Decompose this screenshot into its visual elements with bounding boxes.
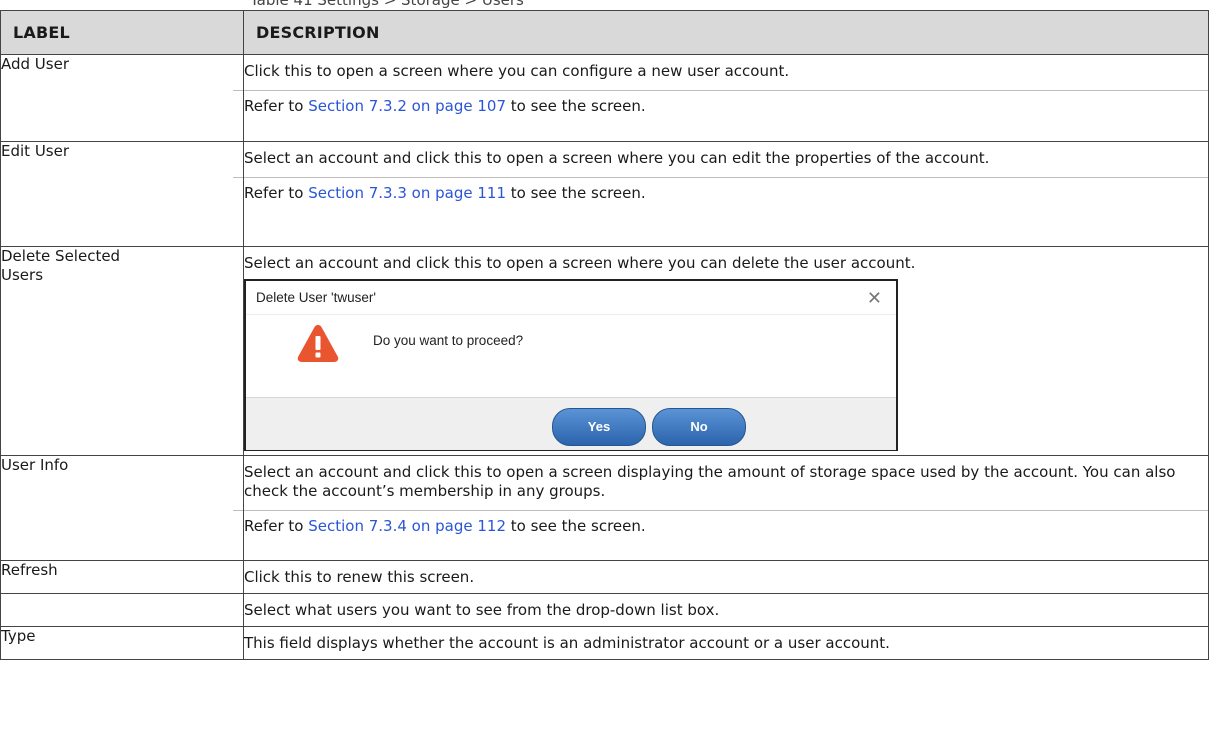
row-label: Add User (0, 54, 244, 142)
description-text: Click this to open a screen where you ca… (244, 62, 790, 80)
table-header-row: LABEL DESCRIPTION (0, 10, 1209, 55)
dialog-header: Delete User 'twuser' ✕ (246, 281, 896, 314)
dialog-footer: Yes No (246, 397, 896, 450)
description-text: Select what users you want to see from t… (244, 601, 720, 619)
row-label: User Info (0, 455, 244, 561)
close-icon[interactable]: ✕ (867, 288, 882, 309)
row-description: Select an account and click this to open… (243, 246, 1209, 456)
table-row: Select what users you want to see from t… (0, 593, 1209, 627)
row-label: Refresh (0, 560, 244, 594)
row-description: Select what users you want to see from t… (243, 593, 1209, 627)
table-row: User Info Select an account and click th… (0, 455, 1209, 561)
table-row: Refresh Click this to renew this screen. (0, 560, 1209, 594)
reference-text: Refer to Section 7.3.4 on page 112 to se… (244, 517, 646, 535)
dialog-message: Do you want to proceed? (373, 333, 524, 348)
row-description: Click this to renew this screen. (243, 560, 1209, 594)
dialog-body: Do you want to proceed? (246, 314, 896, 397)
section-link[interactable]: Section 7.3.3 on page 111 (308, 184, 506, 202)
description-text: Click this to renew this screen. (244, 568, 475, 586)
row-description: This field displays whether the account … (243, 626, 1209, 660)
row-description: Select an account and click this to open… (233, 455, 1209, 561)
description-text: Select an account and click this to open… (244, 254, 916, 272)
delete-user-dialog: Delete User 'twuser' ✕ Do you want to pr… (244, 279, 898, 451)
row-description: Select an account and click this to open… (233, 141, 1209, 247)
description-text: Select an account and click this to open… (244, 463, 1176, 500)
table-caption: Table 41 Settings > Storage > Users (250, 0, 524, 9)
reference-text: Refer to Section 7.3.3 on page 111 to se… (244, 184, 646, 202)
description-text: Select an account and click this to open… (244, 149, 990, 167)
section-link[interactable]: Section 7.3.4 on page 112 (308, 517, 506, 535)
row-label (0, 593, 244, 627)
warning-icon (297, 325, 339, 362)
row-label: Edit User (0, 141, 244, 247)
row-label: Delete Selected Users (0, 246, 244, 456)
no-button[interactable]: No (652, 408, 746, 446)
label-column-header: LABEL (0, 10, 244, 55)
description-text: This field displays whether the account … (244, 634, 890, 652)
dialog-title: Delete User 'twuser' (256, 290, 376, 305)
table-row: Type This field displays whether the acc… (0, 626, 1209, 660)
row-description: Click this to open a screen where you ca… (233, 54, 1209, 142)
users-settings-table: LABEL DESCRIPTION Add User Click this to… (0, 10, 1209, 660)
table-row: Delete Selected Users Select an account … (0, 246, 1209, 456)
section-link[interactable]: Section 7.3.2 on page 107 (308, 97, 506, 115)
description-column-header: DESCRIPTION (243, 10, 1209, 55)
table-row: Add User Click this to open a screen whe… (0, 54, 1209, 142)
row-label: Type (0, 626, 244, 660)
yes-button[interactable]: Yes (552, 408, 646, 446)
reference-text: Refer to Section 7.3.2 on page 107 to se… (244, 97, 646, 115)
table-row: Edit User Select an account and click th… (0, 141, 1209, 247)
